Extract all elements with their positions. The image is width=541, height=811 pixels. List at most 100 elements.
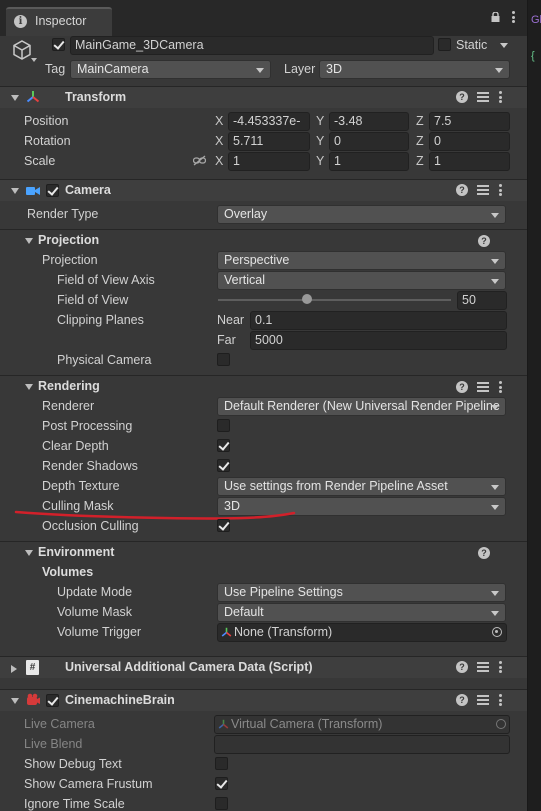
rendering-section-title[interactable]: Rendering [38, 379, 100, 393]
preset-icon[interactable] [477, 661, 489, 673]
position-z-field[interactable]: 7.5 [429, 112, 510, 131]
camera-header[interactable]: Camera ? [0, 179, 527, 201]
update-mode-dropdown[interactable]: Use Pipeline Settings [217, 583, 506, 602]
fold-arrow-icon[interactable] [11, 188, 19, 194]
clipping-planes-label: Clipping Planes [57, 313, 144, 327]
component-menu-icon[interactable] [498, 661, 502, 673]
help-icon[interactable]: ? [456, 184, 468, 196]
active-checkbox[interactable] [52, 38, 65, 51]
show-camera-frustum-label: Show Camera Frustum [24, 777, 153, 791]
constrain-proportions-icon[interactable] [192, 155, 207, 166]
fov-slider-thumb[interactable] [301, 294, 312, 304]
fov-slider-track[interactable] [218, 299, 451, 301]
far-field[interactable]: 5000 [250, 331, 507, 350]
component-menu-icon[interactable] [498, 91, 502, 103]
post-processing-checkbox[interactable] [217, 419, 230, 432]
rotation-x-field[interactable]: 5.711 [228, 132, 310, 151]
occlusion-culling-checkbox[interactable] [217, 519, 230, 532]
preset-icon[interactable] [477, 381, 489, 393]
render-shadows-label: Render Shadows [42, 459, 138, 473]
additional-camera-data-header[interactable]: # Universal Additional Camera Data (Scri… [0, 656, 527, 678]
object-name-field[interactable]: MainGame_3DCamera [70, 36, 434, 55]
position-y-field[interactable]: -3.48 [329, 112, 409, 131]
axis-z-label[interactable]: Z [416, 114, 424, 128]
scale-x-field[interactable]: 1 [228, 152, 310, 171]
position-label: Position [24, 114, 69, 128]
axis-x-label[interactable]: X [215, 154, 223, 168]
component-menu-icon[interactable] [498, 184, 502, 196]
transform-header[interactable]: Transform ? [0, 86, 527, 108]
fov-value-field[interactable]: 50 [457, 291, 507, 310]
axis-x-label[interactable]: X [215, 134, 223, 148]
near-field[interactable]: 0.1 [250, 311, 507, 330]
adjacent-text: { [531, 50, 535, 62]
camera-enabled-checkbox[interactable] [46, 184, 59, 197]
static-label: Static [456, 38, 488, 52]
position-x-field[interactable]: -4.453337e- [228, 112, 310, 131]
volume-trigger-field[interactable]: None (Transform) [217, 623, 507, 642]
help-icon[interactable]: ? [456, 381, 468, 393]
static-checkbox[interactable] [438, 38, 451, 51]
scale-label: Scale [24, 154, 56, 168]
volume-mask-dropdown[interactable]: Default [217, 603, 506, 622]
ignore-time-scale-checkbox[interactable] [215, 797, 228, 810]
lock-icon[interactable] [491, 11, 500, 22]
object-picker-icon[interactable] [492, 627, 502, 637]
fov-axis-label: Field of View Axis [57, 273, 155, 287]
axis-y-label[interactable]: Y [316, 134, 324, 148]
section-menu-icon[interactable] [498, 381, 502, 393]
help-icon[interactable]: ? [478, 235, 490, 247]
icon-dropdown-arrow[interactable] [31, 58, 37, 62]
axis-y-label[interactable]: Y [316, 154, 324, 168]
projection-section-title[interactable]: Projection [38, 233, 99, 247]
fold-arrow-icon[interactable] [25, 550, 33, 556]
additional-camera-data-title: Universal Additional Camera Data (Script… [65, 660, 313, 674]
help-icon[interactable]: ? [456, 661, 468, 673]
fov-axis-dropdown[interactable]: Vertical [217, 271, 506, 290]
axis-z-label[interactable]: Z [416, 154, 424, 168]
fold-arrow-icon[interactable] [25, 384, 33, 390]
depth-texture-dropdown[interactable]: Use settings from Render Pipeline Asset [217, 477, 506, 496]
environment-section-title[interactable]: Environment [38, 545, 114, 559]
cinemachine-brain-header[interactable]: CinemachineBrain ? [0, 689, 527, 711]
help-icon[interactable]: ? [456, 694, 468, 706]
fold-arrow-icon[interactable] [11, 665, 17, 673]
object-picker-icon [496, 719, 506, 729]
render-type-dropdown[interactable]: Overlay [217, 205, 506, 224]
render-shadows-checkbox[interactable] [217, 459, 230, 472]
help-icon[interactable]: ? [478, 547, 490, 559]
help-icon[interactable]: ? [456, 91, 468, 103]
renderer-dropdown[interactable]: Default Renderer (New Universal Render P… [217, 397, 506, 416]
layer-dropdown[interactable]: 3D [319, 60, 510, 79]
show-debug-text-label: Show Debug Text [24, 757, 122, 771]
projection-dropdown[interactable]: Perspective [217, 251, 506, 270]
component-menu-icon[interactable] [498, 694, 502, 706]
axis-y-label[interactable]: Y [316, 114, 324, 128]
rotation-y-field[interactable]: 0 [329, 132, 409, 151]
physical-camera-checkbox[interactable] [217, 353, 230, 366]
fold-arrow-icon[interactable] [11, 95, 19, 101]
tab-menu-icon[interactable] [511, 11, 515, 23]
tag-dropdown[interactable]: MainCamera [70, 60, 271, 79]
scale-y-field[interactable]: 1 [329, 152, 409, 171]
preset-icon[interactable] [477, 694, 489, 706]
render-type-label: Render Type [27, 207, 99, 221]
tab-inspector[interactable]: i Inspector [6, 7, 112, 36]
axis-x-label[interactable]: X [215, 114, 223, 128]
show-debug-text-checkbox[interactable] [215, 757, 228, 770]
cinemachine-brain-enabled-checkbox[interactable] [46, 694, 59, 707]
clear-depth-checkbox[interactable] [217, 439, 230, 452]
layer-label: Layer [284, 62, 316, 76]
transform-axes-icon [221, 627, 232, 638]
static-dropdown-arrow[interactable] [500, 43, 508, 48]
scale-z-field[interactable]: 1 [429, 152, 510, 171]
fold-arrow-icon[interactable] [25, 238, 33, 244]
show-camera-frustum-checkbox[interactable] [215, 777, 228, 790]
rotation-z-field[interactable]: 0 [429, 132, 510, 151]
preset-icon[interactable] [477, 184, 489, 196]
volume-trigger-label: Volume Trigger [57, 625, 142, 639]
fold-arrow-icon[interactable] [11, 698, 19, 704]
preset-icon[interactable] [477, 91, 489, 103]
axis-z-label[interactable]: Z [416, 134, 424, 148]
gameobject-cube-icon [11, 39, 31, 60]
